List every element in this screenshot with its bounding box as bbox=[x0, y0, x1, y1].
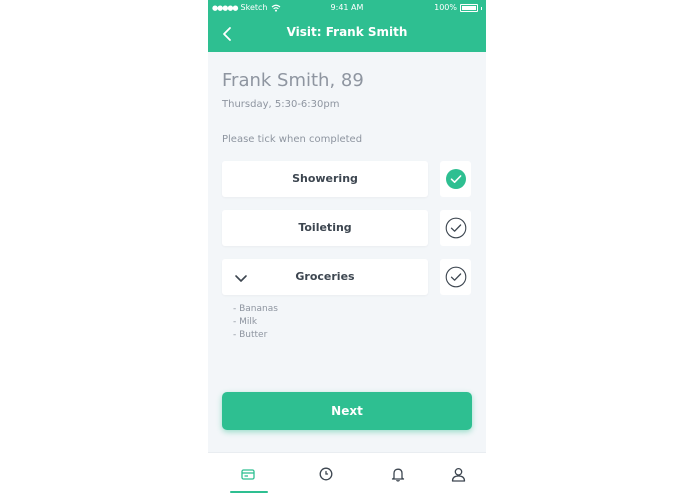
tab-schedule[interactable] bbox=[296, 453, 356, 494]
tab-bar bbox=[208, 452, 486, 494]
task-label: Showering bbox=[292, 172, 358, 185]
list-item: - Butter bbox=[233, 330, 268, 340]
nav-bar: Visit: Frank Smith bbox=[208, 16, 486, 52]
battery-percent: 100% bbox=[434, 3, 457, 12]
task-card-showering[interactable]: Showering bbox=[222, 161, 428, 197]
battery-icon bbox=[460, 4, 478, 12]
user-icon bbox=[451, 467, 465, 482]
task-card-groceries[interactable]: Groceries bbox=[222, 259, 428, 295]
bell-icon bbox=[391, 468, 405, 482]
check-outline-icon bbox=[445, 266, 466, 288]
phone-screen: ●●●●● Sketch 9:41 AM 100% Visit: Frank S… bbox=[208, 0, 486, 494]
check-filled-icon bbox=[445, 169, 466, 189]
task-checkbox-toileting[interactable] bbox=[440, 210, 471, 246]
visit-time: Thursday, 5:30-6:30pm bbox=[222, 99, 340, 110]
task-checkbox-showering[interactable] bbox=[440, 161, 471, 197]
task-card-toileting[interactable]: Toileting bbox=[222, 210, 428, 246]
battery-tip bbox=[481, 6, 482, 10]
next-button[interactable]: Next bbox=[222, 392, 472, 430]
instruction-text: Please tick when completed bbox=[222, 134, 363, 145]
check-outline-icon bbox=[445, 217, 466, 239]
task-checkbox-groceries[interactable] bbox=[440, 259, 471, 295]
task-label: Toileting bbox=[298, 221, 352, 234]
page-title: Visit: Frank Smith bbox=[286, 25, 408, 39]
clock-icon bbox=[319, 467, 333, 481]
list-item: - Milk bbox=[233, 317, 258, 327]
task-label: Groceries bbox=[295, 270, 355, 283]
card-icon bbox=[241, 468, 255, 480]
tab-profile[interactable] bbox=[428, 453, 486, 494]
status-bar: ●●●●● Sketch 9:41 AM 100% bbox=[208, 0, 486, 16]
grocery-list: - Bananas - Milk - Butter bbox=[233, 303, 278, 342]
active-tab-indicator bbox=[230, 491, 268, 493]
status-right: 100% bbox=[434, 0, 482, 16]
tab-notifications[interactable] bbox=[368, 453, 428, 494]
tab-visits[interactable] bbox=[218, 453, 278, 494]
list-item: - Bananas bbox=[233, 304, 278, 314]
patient-name: Frank Smith, 89 bbox=[222, 70, 364, 91]
